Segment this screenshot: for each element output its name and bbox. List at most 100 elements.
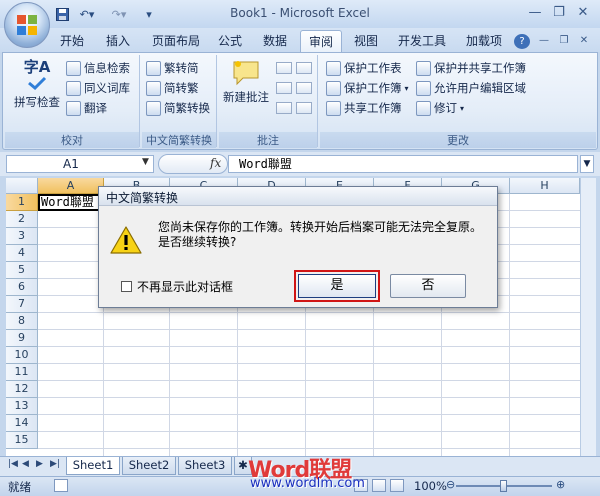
row-header[interactable]: 12 (6, 381, 38, 398)
prev-sheet-icon[interactable]: ◀ (22, 459, 29, 469)
protect-workbook-button[interactable]: 保护工作簿 ▾ (326, 80, 409, 96)
row-gridline (38, 431, 580, 432)
sheet-tab-sheet1[interactable]: Sheet1 (66, 457, 120, 475)
allow-edit-ranges-icon (416, 80, 431, 96)
zoom-slider-thumb[interactable] (500, 480, 507, 492)
name-box-dropdown-icon[interactable]: ▼ (142, 157, 149, 167)
to-simplified-icon (146, 60, 161, 76)
zoom-in-icon[interactable]: ⊕ (556, 478, 565, 491)
page-layout-view-icon[interactable] (372, 479, 386, 492)
translate-label: 翻译 (84, 101, 107, 115)
row-header[interactable]: 8 (6, 313, 38, 330)
formula-input[interactable]: Word聯盟 (228, 155, 578, 173)
row-header[interactable]: 11 (6, 364, 38, 381)
row-gridline (38, 380, 580, 381)
thesaurus-button[interactable]: 同义词库 (66, 80, 130, 96)
protect-workbook-icon (326, 80, 341, 96)
dont-show-label[interactable]: 不再显示此对话框 (137, 278, 233, 295)
row-header[interactable]: 7 (6, 296, 38, 313)
translate-button[interactable]: 翻译 (66, 100, 107, 116)
to-traditional-button[interactable]: 简转繁 (146, 80, 199, 96)
tab-data[interactable]: 数据 (256, 30, 294, 52)
row-header[interactable]: 1 (6, 194, 38, 211)
comment-show-icon[interactable] (296, 62, 312, 74)
track-changes-button[interactable]: 修订 ▾ (416, 100, 464, 116)
no-button[interactable]: 否 (390, 274, 466, 298)
close-button[interactable]: ✕ (572, 4, 594, 22)
vertical-scrollbar[interactable] (580, 178, 596, 456)
cell-a1[interactable]: Word聯盟 (38, 194, 104, 211)
name-box[interactable]: A1 (6, 155, 154, 173)
zoom-out-icon[interactable]: ⊖ (446, 478, 455, 491)
sheet-tab-sheet2[interactable]: Sheet2 (122, 457, 176, 475)
next-sheet-icon[interactable]: ▶ (36, 459, 43, 469)
chinese-convert-button[interactable]: 简繁转换 (146, 100, 210, 116)
research-button[interactable]: 信息检索 (66, 60, 130, 76)
ribbon-restore-button[interactable]: ❐ (556, 30, 572, 52)
protect-sheet-button[interactable]: 保护工作表 (326, 60, 402, 76)
row-header[interactable]: 4 (6, 245, 38, 262)
dont-show-checkbox[interactable] (121, 281, 132, 292)
row-gridline (38, 329, 580, 330)
row-header[interactable]: 9 (6, 330, 38, 347)
row-header[interactable]: 15 (6, 432, 38, 449)
thesaurus-label: 同义词库 (84, 81, 130, 95)
group-comments-label: 批注 (219, 132, 317, 148)
protect-sheet-icon (326, 60, 341, 76)
comment-edit-icon[interactable] (276, 62, 292, 74)
help-icon[interactable]: ? (514, 34, 530, 49)
spellcheck-button[interactable]: 字A 拼写检查 (14, 58, 60, 110)
select-all-corner[interactable] (6, 178, 38, 194)
tab-view[interactable]: 视图 (348, 30, 384, 52)
row-header[interactable]: 3 (6, 228, 38, 245)
yes-button[interactable]: 是 (298, 274, 376, 298)
comment-previous-icon[interactable] (276, 102, 292, 114)
group-changes-label: 更改 (320, 132, 596, 148)
column-header[interactable]: A (38, 178, 104, 194)
tab-addins[interactable]: 加载项 (460, 30, 508, 52)
share-workbook-button[interactable]: 共享工作簿 (326, 100, 402, 116)
tab-home[interactable]: 开始 (54, 30, 90, 52)
tab-developer[interactable]: 开发工具 (392, 30, 452, 52)
office-button[interactable] (4, 2, 50, 48)
page-break-view-icon[interactable] (390, 479, 404, 492)
last-sheet-icon[interactable]: ▶| (50, 459, 60, 469)
tab-formulas[interactable]: 公式 (212, 30, 248, 52)
track-changes-label: 修订 (434, 101, 457, 115)
to-simplified-button[interactable]: 繁转简 (146, 60, 199, 76)
row-header[interactable]: 13 (6, 398, 38, 415)
insert-function-icon[interactable]: fx (210, 156, 221, 170)
allow-edit-ranges-label: 允许用户编辑区域 (434, 81, 526, 95)
macro-record-icon[interactable] (54, 479, 68, 492)
sheet-tab-sheet3[interactable]: Sheet3 (178, 457, 232, 475)
to-simplified-label: 繁转简 (164, 61, 199, 75)
comment-show-all-icon[interactable] (296, 82, 312, 94)
row-header[interactable]: 5 (6, 262, 38, 279)
protect-share-icon (416, 60, 431, 76)
share-workbook-label: 共享工作簿 (344, 101, 402, 115)
ribbon-close-button[interactable]: ✕ (576, 30, 592, 52)
row-header[interactable]: 10 (6, 347, 38, 364)
new-comment-label: 新建批注 (223, 90, 269, 104)
column-header[interactable]: H (510, 178, 580, 194)
protect-share-button[interactable]: 保护并共享工作簿 (416, 60, 526, 76)
tab-review[interactable]: 审阅 (300, 30, 342, 53)
minimize-button[interactable]: — (524, 4, 546, 22)
first-sheet-icon[interactable]: |◀ (8, 459, 18, 469)
tab-insert[interactable]: 插入 (100, 30, 136, 52)
formula-expand-icon[interactable]: ▼ (580, 155, 594, 173)
new-comment-button[interactable]: 新建批注 (222, 58, 270, 112)
row-header[interactable]: 6 (6, 279, 38, 296)
tab-page-layout[interactable]: 页面布局 (146, 30, 206, 52)
dialog-message: 您尚未保存你的工作簿。转换开始后档案可能无法完全复原。是否继续转换? (158, 220, 483, 249)
group-chinese-label: 中文简繁转换 (142, 132, 216, 148)
zoom-level[interactable]: 100% (414, 479, 447, 493)
row-header[interactable]: 2 (6, 211, 38, 228)
allow-edit-ranges-button[interactable]: 允许用户编辑区域 (416, 80, 526, 96)
row-header[interactable]: 14 (6, 415, 38, 432)
column-gridline (509, 194, 510, 456)
restore-button[interactable]: ❐ (548, 4, 570, 22)
comment-delete-icon[interactable] (276, 82, 292, 94)
comment-next-icon[interactable] (296, 102, 312, 114)
ribbon-minimize-button[interactable]: — (536, 30, 552, 52)
